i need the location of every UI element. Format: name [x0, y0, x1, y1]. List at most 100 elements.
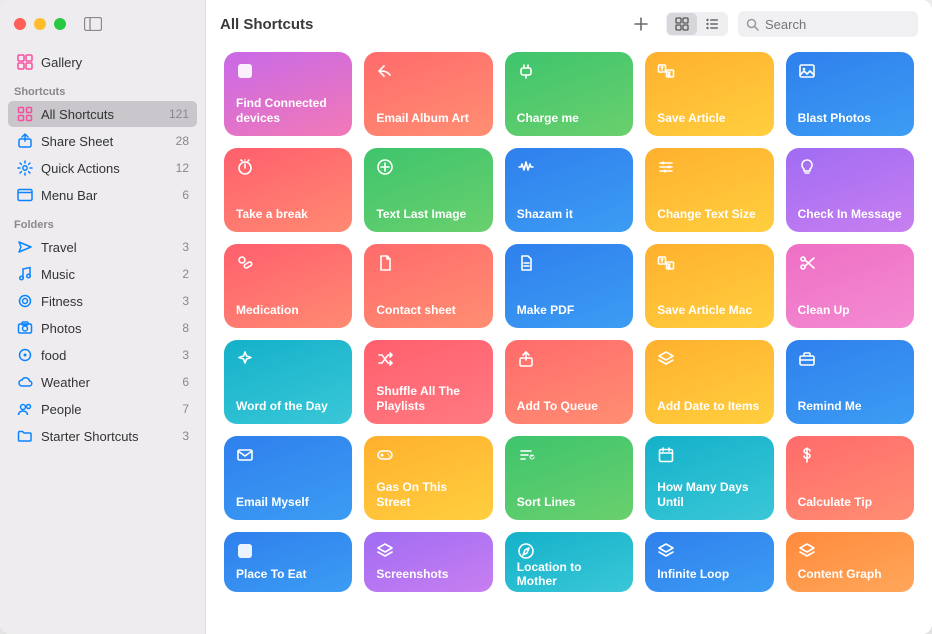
sidebar-folder-music[interactable]: Music 2 [8, 261, 197, 287]
sidebar-item-label: Gallery [41, 55, 189, 70]
sidebar-folder-travel[interactable]: Travel 3 [8, 234, 197, 260]
sidebar-item-label: Music [41, 267, 182, 282]
layers-icon [657, 350, 675, 368]
shortcut-tile-label: Save Article Mac [657, 303, 761, 317]
list-view-button[interactable] [697, 13, 727, 35]
shortcut-tile[interactable]: Medication [224, 244, 352, 328]
briefcase-icon [798, 350, 816, 368]
compass-icon [517, 542, 535, 560]
shortcut-tile[interactable]: Remind Me [786, 340, 914, 424]
wave-icon [517, 158, 535, 176]
sidebar-item-count: 28 [176, 134, 189, 148]
add-shortcut-button[interactable] [626, 12, 656, 36]
bulb-icon [798, 158, 816, 176]
shortcut-tile[interactable]: Save Article [645, 52, 773, 136]
shortcut-tile-label: Shazam it [517, 207, 621, 221]
shortcut-tile[interactable]: Make PDF [505, 244, 633, 328]
sidebar-section-folders: Folders [0, 215, 205, 233]
plug-icon [517, 62, 535, 80]
shortcut-tile[interactable]: Text Last Image [364, 148, 492, 232]
sidebar-item-gallery[interactable]: Gallery [8, 49, 197, 75]
shortcut-tile-label: Charge me [517, 111, 621, 125]
sidebar-folder-fitness[interactable]: Fitness 3 [8, 288, 197, 314]
shortcut-tile[interactable]: Gas On This Street [364, 436, 492, 520]
shortcut-tile[interactable]: Infinite Loop [645, 532, 773, 592]
sidebar-item-count: 3 [182, 294, 189, 308]
sidebar-folder-photos[interactable]: Photos 8 [8, 315, 197, 341]
shortcut-tile[interactable]: Sort Lines [505, 436, 633, 520]
sidebar-folder-starter-shortcuts[interactable]: Starter Shortcuts 3 [8, 423, 197, 449]
shortcut-tile[interactable]: Clean Up [786, 244, 914, 328]
sidebar-item-count: 2 [182, 267, 189, 281]
layers-icon [376, 542, 394, 560]
view-toggle [666, 12, 728, 36]
layers-icon [657, 542, 675, 560]
app-window: Gallery Shortcuts All Shortcuts 121 Shar… [0, 0, 932, 634]
shortcut-tile[interactable]: Shazam it [505, 148, 633, 232]
shortcut-tile[interactable]: Contact sheet [364, 244, 492, 328]
shortcut-tile[interactable]: Word of the Day [224, 340, 352, 424]
sidebar-item-all-shortcuts[interactable]: All Shortcuts 121 [8, 101, 197, 127]
sidebar-item-count: 3 [182, 240, 189, 254]
shortcut-tile-label: Change Text Size [657, 207, 761, 221]
sidebar-item-count: 3 [182, 348, 189, 362]
shortcut-tile-label: Take a break [236, 207, 340, 221]
sidebar-section-shortcuts: Shortcuts [0, 82, 205, 100]
shortcut-tile[interactable]: How Many Days Until [645, 436, 773, 520]
shortcut-tile-label: Calculate Tip [798, 495, 902, 509]
layers-icon [798, 542, 816, 560]
shortcut-tile[interactable]: Charge me [505, 52, 633, 136]
search-input[interactable] [765, 17, 932, 32]
search-field[interactable] [738, 11, 918, 37]
shortcut-tile-label: Sort Lines [517, 495, 621, 509]
sidebar-folder-weather[interactable]: Weather 6 [8, 369, 197, 395]
sidebar-item-count: 8 [182, 321, 189, 335]
shortcut-grid: Find Connected devices Email Album Art C… [224, 52, 914, 592]
dollar-icon [798, 446, 816, 464]
shortcut-tile-label: Gas On This Street [376, 480, 480, 509]
shortcut-tile[interactable]: Change Text Size [645, 148, 773, 232]
doc-icon [376, 254, 394, 272]
traffic-lights [14, 18, 66, 30]
search-icon [746, 18, 759, 31]
sort-icon [517, 446, 535, 464]
grid-icon [16, 105, 34, 123]
shortcut-tile[interactable]: Take a break [224, 148, 352, 232]
shortcut-tile-label: Contact sheet [376, 303, 480, 317]
shortcut-tile[interactable]: Add To Queue [505, 340, 633, 424]
grid-view-button[interactable] [667, 13, 697, 35]
shortcut-tile[interactable]: Location to Mother [505, 532, 633, 592]
shortcut-tile[interactable]: Email Myself [224, 436, 352, 520]
fullscreen-window-button[interactable] [54, 18, 66, 30]
shortcut-tile[interactable]: Add Date to Items [645, 340, 773, 424]
shortcut-tile[interactable]: Screenshots [364, 532, 492, 592]
shortcut-tile-label: Word of the Day [236, 399, 340, 413]
shortcut-tile[interactable]: Blast Photos [786, 52, 914, 136]
shortcut-tile-label: Email Album Art [376, 111, 480, 125]
sidebar-toggle-button[interactable] [84, 17, 102, 31]
close-window-button[interactable] [14, 18, 26, 30]
sidebar-item-quick-actions[interactable]: Quick Actions 12 [8, 155, 197, 181]
shortcut-tile-label: Check In Message [798, 207, 902, 221]
shortcut-tile[interactable]: Check In Message [786, 148, 914, 232]
shortcut-tile[interactable]: Calculate Tip [786, 436, 914, 520]
shortcut-tile[interactable]: Place To Eat [224, 532, 352, 592]
sidebar-item-count: 6 [182, 375, 189, 389]
shortcut-tile[interactable]: Shuffle All The Playlists [364, 340, 492, 424]
translate-icon [657, 62, 675, 80]
sidebar-item-count: 6 [182, 188, 189, 202]
shortcut-tile[interactable]: Save Article Mac [645, 244, 773, 328]
sidebar-item-share-sheet[interactable]: Share Sheet 28 [8, 128, 197, 154]
shortcut-tile[interactable]: Find Connected devices [224, 52, 352, 136]
sidebar-folder-people[interactable]: People 7 [8, 396, 197, 422]
app-icon [236, 542, 254, 560]
sidebar-item-menu-bar[interactable]: Menu Bar 6 [8, 182, 197, 208]
menubar-icon [16, 186, 34, 204]
minimize-window-button[interactable] [34, 18, 46, 30]
shortcut-tile[interactable]: Email Album Art [364, 52, 492, 136]
grid-scroll[interactable]: Find Connected devices Email Album Art C… [206, 48, 932, 634]
shortcut-tile[interactable]: Content Graph [786, 532, 914, 592]
sidebar-folder-food[interactable]: food 3 [8, 342, 197, 368]
mail-icon [236, 446, 254, 464]
file-icon [517, 254, 535, 272]
